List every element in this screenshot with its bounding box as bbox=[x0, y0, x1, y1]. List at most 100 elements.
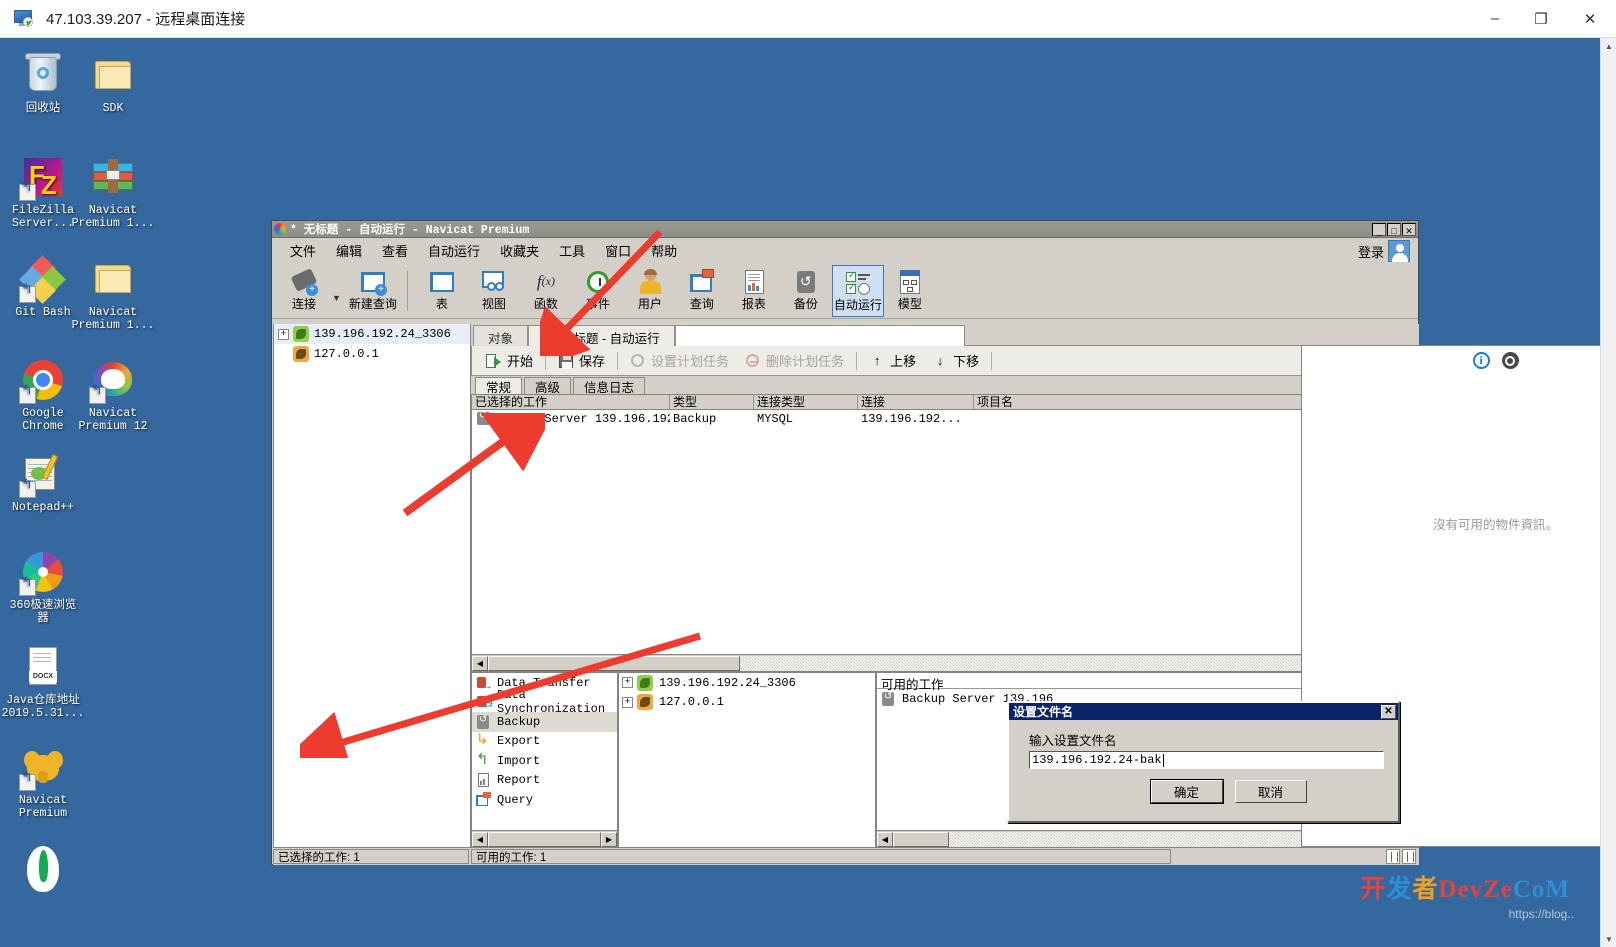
list-item-import[interactable]: ↰ Import bbox=[472, 751, 617, 771]
toolbar-button-view[interactable]: 视图 bbox=[468, 265, 520, 317]
navicat-toolbar: + 连接 ▼ + 新建查询 表 视图 f(x) bbox=[272, 263, 1418, 319]
minimize-button[interactable]: – bbox=[1472, 0, 1518, 37]
tab-label: 无标题 - 自动运行 bbox=[561, 328, 660, 347]
navicat-maximize-button[interactable]: □ bbox=[1387, 223, 1401, 236]
desktop-icon-navicat-premium-archive[interactable]: Navicat Premium 1... bbox=[70, 153, 156, 230]
navicat-close-button[interactable]: ✕ bbox=[1402, 223, 1416, 236]
menu-item-help[interactable]: 帮助 bbox=[641, 239, 687, 262]
view-icon bbox=[480, 268, 508, 296]
selected-jobs-table[interactable]: 已选择的工作 类型 连接类型 连接 项目名 Backup Server 139.… bbox=[471, 394, 1419, 672]
remote-desktop-surface[interactable]: 回收站 SDK FZ FileZilla Server... Navicat P… bbox=[0, 38, 1600, 947]
list-item-data-synchronization[interactable]: ⇄ Data Synchronization bbox=[472, 693, 617, 713]
column-header-connection-type[interactable]: 连接类型 bbox=[754, 395, 858, 409]
toolbar-button-user[interactable]: 用户 bbox=[624, 265, 676, 317]
scroll-left-icon[interactable]: ◀ bbox=[472, 832, 488, 847]
list-item-query[interactable]: Query bbox=[472, 790, 617, 810]
tool-list-scrollbar[interactable]: ◀ ▶ bbox=[472, 830, 617, 847]
tab-objects[interactable]: 对象 bbox=[473, 325, 528, 346]
scroll-thumb[interactable] bbox=[893, 832, 949, 847]
close-icon[interactable]: ✕ bbox=[1381, 705, 1396, 719]
desktop-icon-360-browser[interactable]: 360极速浏览 器 bbox=[0, 548, 86, 625]
subtab-advanced[interactable]: 高级 bbox=[524, 377, 571, 394]
sidebar-item-mysql-connection[interactable]: + 139.196.192.24_3306 bbox=[274, 324, 470, 344]
table-row[interactable]: Backup Server 139.196.192.... Backup MYS… bbox=[472, 410, 1418, 427]
filename-input[interactable]: 139.196.192.24-bak bbox=[1029, 751, 1384, 769]
desktop-icon-mongodb[interactable] bbox=[0, 844, 86, 896]
desktop-scrollbar[interactable]: ▲ ▼ bbox=[1600, 38, 1616, 947]
info-icon[interactable]: i bbox=[1473, 352, 1490, 369]
toolbar-button-query[interactable]: 查询 bbox=[676, 265, 728, 317]
move-down-button[interactable]: ↓ 下移 bbox=[924, 348, 987, 373]
list-view-button[interactable] bbox=[1386, 849, 1400, 864]
table-horizontal-scrollbar[interactable]: ◀ ▶ bbox=[472, 654, 1418, 671]
scroll-up-icon[interactable]: ▲ bbox=[1601, 38, 1616, 54]
navicat-premium-window: * 无标题 - 自动运行 - Navicat Premium _ □ ✕ 文件 … bbox=[271, 220, 1419, 865]
desktop-icon-navicat-premium-12[interactable]: Navicat Premium 12 bbox=[70, 356, 156, 433]
menu-item-view[interactable]: 查看 bbox=[372, 239, 418, 262]
tab-automation[interactable]: 无标题 - 自动运行 bbox=[528, 325, 675, 346]
avatar[interactable] bbox=[1388, 240, 1410, 262]
scroll-right-icon[interactable]: ▶ bbox=[601, 832, 617, 847]
expand-icon[interactable]: + bbox=[278, 329, 289, 340]
toolbar-button-connection[interactable]: + 连接 bbox=[278, 265, 330, 317]
gear-icon[interactable] bbox=[1502, 352, 1519, 369]
move-up-button[interactable]: ↑ 上移 bbox=[861, 348, 924, 373]
scroll-thumb[interactable] bbox=[488, 656, 740, 671]
menu-item-tools[interactable]: 工具 bbox=[549, 239, 595, 262]
toolbar-button-table[interactable]: 表 bbox=[416, 265, 468, 317]
chevron-down-icon[interactable]: ▼ bbox=[332, 293, 341, 303]
toolbar-button-function[interactable]: f(x) 函数 bbox=[520, 265, 572, 317]
menu-item-window[interactable]: 窗口 bbox=[595, 239, 641, 262]
tree-item-local-connection[interactable]: + 127.0.0.1 bbox=[619, 693, 875, 713]
toolbar-button-backup[interactable]: 备份 bbox=[780, 265, 832, 317]
desktop-icon-navicat-premium-folder[interactable]: Navicat Premium 1... bbox=[70, 255, 156, 332]
menu-item-edit[interactable]: 编辑 bbox=[326, 239, 372, 262]
expand-icon[interactable]: + bbox=[622, 697, 633, 708]
column-header-type[interactable]: 类型 bbox=[670, 395, 754, 409]
list-item-report[interactable]: Report bbox=[472, 771, 617, 791]
schedule-task-button[interactable]: 设置计划任务 bbox=[622, 348, 737, 373]
ok-button[interactable]: 确定 bbox=[1151, 780, 1223, 803]
tree-item-mysql-connection[interactable]: + 139.196.192.24_3306 bbox=[619, 673, 875, 693]
column-header-connection[interactable]: 连接 bbox=[858, 395, 974, 409]
close-button[interactable]: ✕ bbox=[1564, 0, 1616, 37]
tool-type-list[interactable]: → Data Transfer ⇄ Data Synchronization B… bbox=[471, 672, 618, 848]
navicat-titlebar: * 无标题 - 自动运行 - Navicat Premium _ □ ✕ bbox=[272, 221, 1418, 238]
menu-item-automation[interactable]: 自动运行 bbox=[418, 239, 490, 262]
menu-item-file[interactable]: 文件 bbox=[280, 239, 326, 262]
desktop-icon-notepadpp[interactable]: Notepad++ bbox=[0, 450, 86, 515]
detail-view-button[interactable] bbox=[1402, 849, 1416, 864]
subtab-message-log[interactable]: 信息日志 bbox=[573, 377, 645, 394]
navicat-minimize-button[interactable]: _ bbox=[1372, 223, 1386, 236]
scroll-left-icon[interactable]: ◀ bbox=[472, 656, 488, 671]
navicat-title-text: * 无标题 - 自动运行 - Navicat Premium bbox=[290, 221, 529, 237]
desktop-icon-navicat-premium[interactable]: Navicat Premium bbox=[0, 743, 86, 820]
backup-icon bbox=[792, 268, 820, 296]
toolbar-button-model[interactable]: 模型 bbox=[884, 265, 936, 317]
toolbar-button-report[interactable]: 报表 bbox=[728, 265, 780, 317]
cancel-button[interactable]: 取消 bbox=[1235, 780, 1307, 803]
expand-icon[interactable]: + bbox=[622, 677, 633, 688]
desktop-icon-java-docx[interactable]: DOCX Java仓库地址 2019.5.31... bbox=[0, 643, 86, 720]
scroll-thumb[interactable] bbox=[488, 832, 601, 847]
connection-sidebar[interactable]: + 139.196.192.24_3306 127.0.0.1 bbox=[273, 324, 471, 848]
delete-schedule-button[interactable]: 删除计划任务 bbox=[737, 348, 852, 373]
login-area[interactable]: 登录 bbox=[1358, 240, 1410, 262]
start-button[interactable]: 开始 bbox=[478, 348, 541, 373]
toolbar-button-automation[interactable]: 自动运行 bbox=[832, 265, 884, 317]
scroll-down-icon[interactable]: ▼ bbox=[1601, 931, 1616, 947]
column-header-selected-job[interactable]: 已选择的工作 bbox=[472, 395, 670, 409]
subtab-general[interactable]: 常规 bbox=[475, 377, 522, 394]
maximize-button[interactable]: ❐ bbox=[1518, 0, 1564, 37]
scroll-left-icon[interactable]: ◀ bbox=[877, 832, 893, 847]
menu-item-favorites[interactable]: 收藏夹 bbox=[490, 239, 549, 262]
shortcut-overlay-icon bbox=[89, 387, 106, 404]
sidebar-item-label: 139.196.192.24_3306 bbox=[314, 327, 451, 341]
save-button[interactable]: 保存 bbox=[550, 348, 613, 373]
toolbar-button-new-query[interactable]: + 新建查询 bbox=[347, 265, 399, 317]
sidebar-item-local-connection[interactable]: 127.0.0.1 bbox=[274, 344, 470, 364]
connection-tree-panel[interactable]: + 139.196.192.24_3306 + 127.0.0.1 bbox=[618, 672, 876, 848]
toolbar-button-event[interactable]: 事件 bbox=[572, 265, 624, 317]
list-item-export[interactable]: ↳ Export bbox=[472, 732, 617, 752]
desktop-icon-sdk[interactable]: SDK bbox=[70, 51, 156, 116]
